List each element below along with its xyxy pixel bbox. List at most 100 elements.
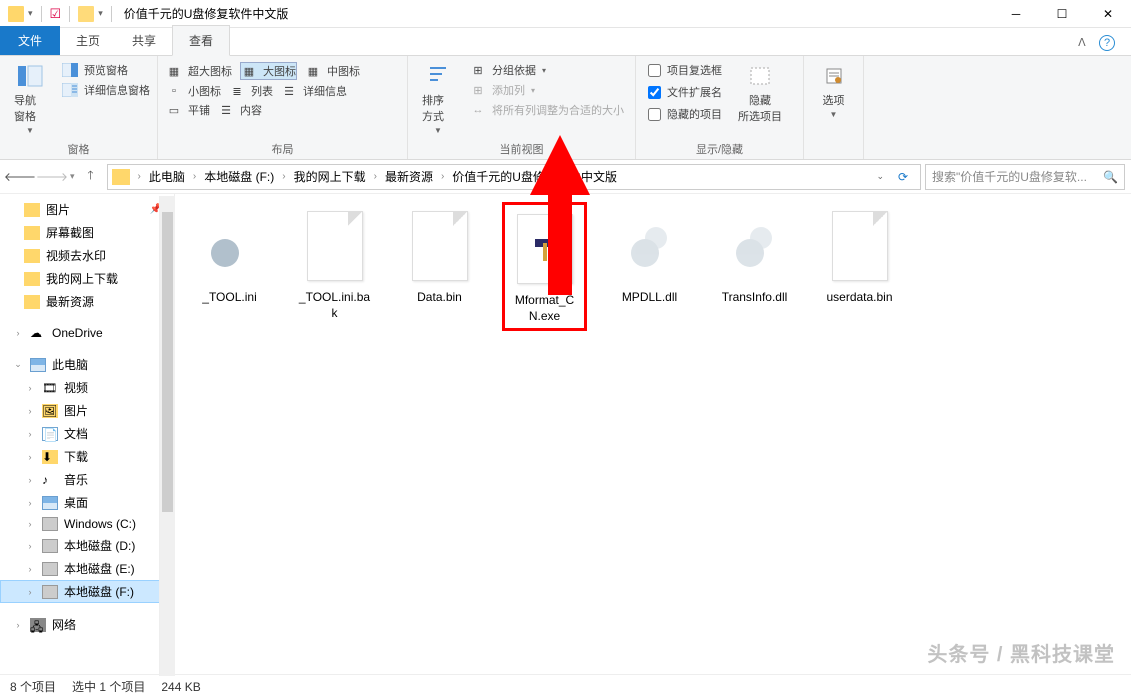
crumb[interactable]: 本地磁盘 (F:) — [200, 166, 278, 187]
options-button[interactable]: 选项▼ — [812, 60, 856, 121]
tree-item[interactable]: 我的网上下载 — [0, 267, 174, 290]
ribbon: 导航窗格 ▼ 预览窗格 详细信息窗格 窗格 ▦超大图标 ▦大图标 ▦中图标 ▫小… — [0, 56, 1131, 160]
crumb[interactable]: 最新资源 — [381, 166, 437, 187]
qat-dd-icon[interactable]: ▾ — [98, 8, 103, 19]
tree-item[interactable]: ›本地磁盘 (E:) — [0, 557, 174, 580]
tab-share[interactable]: 共享 — [116, 26, 172, 55]
back-button[interactable]: 🡐 — [6, 164, 34, 190]
file-name: _TOOL.ini.bak — [296, 290, 373, 321]
history-dropdown-icon[interactable]: ▾ — [70, 171, 75, 182]
view-list-button[interactable]: ≣列表 — [229, 83, 273, 99]
file-name: userdata.bin — [826, 290, 892, 306]
crumb[interactable]: 此电脑 — [145, 166, 189, 187]
crumb[interactable]: 我的网上下载 — [290, 166, 370, 187]
file-icon — [405, 206, 475, 286]
tree-item[interactable]: 图片📌 — [0, 198, 174, 221]
tree-item[interactable]: ›桌面 — [0, 491, 174, 514]
group-label-showhide: 显示/隐藏 — [644, 139, 795, 157]
titlebar: ▾ ☑ ▾ 价值千元的U盘修复软件中文版 ─ ☐ ✕ — [0, 0, 1131, 28]
checkbox-file-ext[interactable]: 文件扩展名 — [648, 84, 722, 100]
group-label-current: 当前视图 — [416, 139, 627, 157]
file-icon — [825, 206, 895, 286]
hide-selected-button[interactable]: 隐藏 所选项目 — [732, 60, 788, 126]
ribbon-help: ᐱ ? — [1074, 31, 1119, 55]
size-columns-button: ↔将所有列调整为合适的大小 — [470, 102, 624, 118]
view-details-button[interactable]: ☰详细信息 — [281, 83, 347, 99]
file-icon — [720, 206, 790, 286]
folder-icon — [112, 169, 130, 185]
tree-item[interactable]: ›⬇下载 — [0, 445, 174, 468]
group-label-panes: 窗格 — [8, 139, 149, 157]
tree-thispc[interactable]: ⌄此电脑 — [0, 353, 174, 376]
qat-checkbox-icon[interactable]: ☑ — [50, 6, 62, 22]
tree-item[interactable]: ›📄文档 — [0, 422, 174, 445]
refresh-button[interactable]: ⟳ — [890, 165, 916, 189]
folder-icon — [8, 6, 24, 22]
tree-onedrive[interactable]: ›☁OneDrive — [0, 323, 174, 343]
nav-pane-button[interactable]: 导航窗格 ▼ — [8, 60, 52, 137]
file-icon — [510, 209, 580, 289]
tree-item[interactable]: ›本地磁盘 (D:) — [0, 534, 174, 557]
file-item[interactable]: userdata.bin — [817, 202, 902, 331]
group-by-button[interactable]: ⊞分组依据 ▾ — [470, 62, 624, 78]
tab-home[interactable]: 主页 — [60, 26, 116, 55]
tree-item[interactable]: ›♪音乐 — [0, 468, 174, 491]
view-content-button[interactable]: ☰内容 — [218, 102, 262, 118]
tab-file[interactable]: 文件 — [0, 26, 60, 55]
search-placeholder: 搜索"价值千元的U盘修复软... — [932, 168, 1103, 185]
addr-dropdown-icon[interactable]: ⌄ — [876, 171, 884, 182]
view-large-button[interactable]: ▦大图标 — [240, 62, 297, 80]
tree-item[interactable]: 屏幕截图 — [0, 221, 174, 244]
search-icon: 🔍 — [1103, 170, 1118, 184]
addressbar: 🡐 🡒 ▾ 🡑 › 此电脑› 本地磁盘 (F:)› 我的网上下载› 最新资源› … — [0, 160, 1131, 194]
view-small-button[interactable]: ▫小图标 — [166, 83, 221, 99]
watermark: 头条号 / 黑科技课堂 — [927, 638, 1115, 667]
tree-item[interactable]: 最新资源 — [0, 290, 174, 313]
nav-tree[interactable]: 图片📌 屏幕截图 视频去水印 我的网上下载 最新资源 ›☁OneDrive ⌄此… — [0, 194, 175, 674]
checkbox-item-checkboxes[interactable]: 项目复选框 — [648, 62, 722, 78]
file-name: MPDLL.dll — [622, 290, 677, 306]
tree-item-selected[interactable]: ›本地磁盘 (F:) — [0, 580, 174, 603]
file-item[interactable]: Data.bin — [397, 202, 482, 331]
search-input[interactable]: 搜索"价值千元的U盘修复软... 🔍 — [925, 164, 1125, 190]
maximize-button[interactable]: ☐ — [1039, 0, 1085, 28]
up-button[interactable]: 🡑 — [79, 165, 103, 189]
statusbar: 8 个项目 选中 1 个项目 244 KB — [0, 674, 1131, 698]
tree-item[interactable]: 视频去水印 — [0, 244, 174, 267]
window-title: 价值千元的U盘修复软件中文版 — [124, 5, 289, 22]
status-selected: 选中 1 个项目 — [72, 678, 145, 695]
file-name: TransInfo.dll — [722, 290, 788, 306]
status-count: 8 个项目 — [10, 678, 56, 695]
view-tiles-button[interactable]: ▭平铺 — [166, 102, 210, 118]
tree-network[interactable]: ›🖧网络 — [0, 613, 174, 636]
address-box[interactable]: › 此电脑› 本地磁盘 (F:)› 我的网上下载› 最新资源› 价值千元的U盘修… — [107, 164, 921, 190]
file-icon — [300, 206, 370, 286]
checkbox-hidden-items[interactable]: 隐藏的项目 — [648, 106, 722, 122]
details-pane-button[interactable]: 详细信息窗格 — [62, 82, 150, 98]
status-size: 244 KB — [161, 680, 200, 694]
collapse-ribbon-icon[interactable]: ᐱ — [1078, 37, 1086, 49]
qat-down-icon[interactable]: ▾ — [28, 8, 33, 19]
tab-view[interactable]: 查看 — [172, 25, 230, 56]
file-item[interactable]: Mformat_CN.exe — [502, 202, 587, 331]
minimize-button[interactable]: ─ — [993, 0, 1039, 28]
tree-item[interactable]: ›🎞视频 — [0, 376, 174, 399]
add-columns-button: ⊞添加列 ▾ — [470, 82, 624, 98]
close-button[interactable]: ✕ — [1085, 0, 1131, 28]
file-item[interactable]: TransInfo.dll — [712, 202, 797, 331]
view-xl-button[interactable]: ▦超大图标 — [166, 62, 232, 80]
preview-pane-button[interactable]: 预览窗格 — [62, 62, 150, 78]
file-item[interactable]: MPDLL.dll — [607, 202, 692, 331]
file-item[interactable]: _TOOL.ini — [187, 202, 272, 331]
sidebar-scrollbar[interactable] — [159, 196, 175, 676]
sort-button[interactable]: 排序方式▼ — [416, 60, 460, 137]
help-icon[interactable]: ? — [1099, 35, 1115, 51]
tree-item[interactable]: ›🖼图片 — [0, 399, 174, 422]
tree-item[interactable]: ›Windows (C:) — [0, 514, 174, 534]
file-name: Mformat_CN.exe — [509, 293, 580, 324]
view-medium-button[interactable]: ▦中图标 — [305, 62, 360, 80]
file-icon — [195, 206, 265, 286]
crumb[interactable]: 价值千元的U盘修复软件中文版 — [448, 166, 621, 187]
file-list[interactable]: _TOOL.ini _TOOL.ini.bak Data.bin Mformat_CN… — [175, 194, 1131, 674]
file-item[interactable]: _TOOL.ini.bak — [292, 202, 377, 331]
